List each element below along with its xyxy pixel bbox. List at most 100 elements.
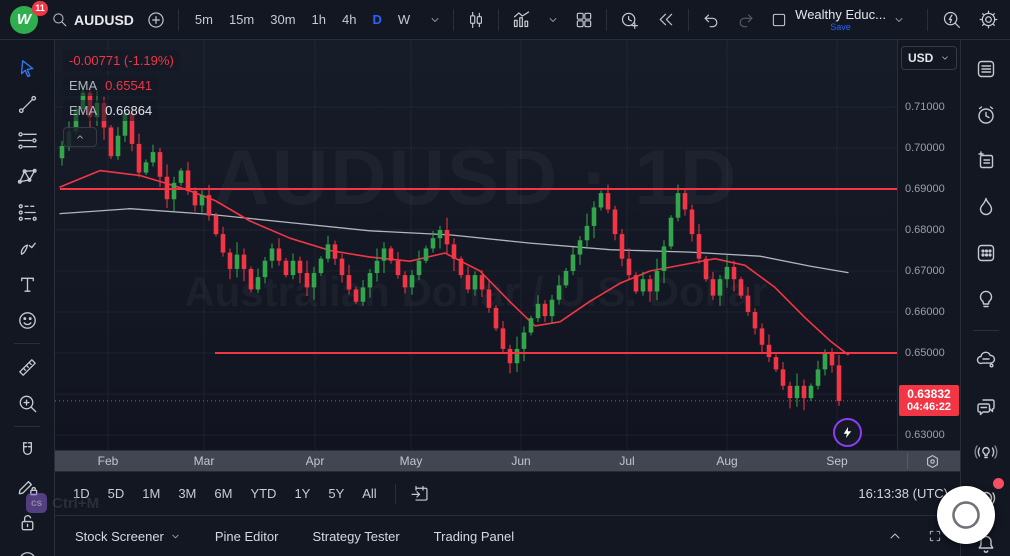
symbol-search-button[interactable]: AUDUSD (51, 11, 134, 28)
currency-dropdown[interactable]: USD (901, 46, 957, 70)
price-tick: 0.67000 (905, 265, 945, 277)
ema-slow-row[interactable]: EMA0.66864 (63, 100, 158, 121)
collapse-panel-button[interactable] (884, 525, 906, 547)
chevron-up-icon (74, 131, 86, 143)
saved-layout-button[interactable]: Wealthy Educ... Save (770, 8, 905, 32)
tab-trading-panel[interactable]: Trading Panel (434, 529, 514, 544)
watchlist-button[interactable] (968, 52, 1004, 86)
hide-drawings-button[interactable] (8, 540, 46, 556)
ruler-icon (16, 356, 39, 379)
timeframe-4h[interactable]: 4h (335, 8, 363, 31)
toolbar-separator (14, 343, 40, 344)
save-link[interactable]: Save (830, 23, 851, 32)
goto-date-button[interactable] (406, 480, 433, 507)
chat-bubbles-icon (974, 394, 998, 418)
currency-label: USD (908, 51, 933, 65)
bar-replay-button[interactable] (652, 6, 679, 33)
forecast-tool-button[interactable] (8, 194, 46, 230)
range-1y[interactable]: 1Y (286, 482, 318, 505)
quick-search-button[interactable] (938, 6, 965, 33)
measure-tool-button[interactable] (8, 349, 46, 385)
hex-gear-icon (923, 452, 942, 471)
chart-type-button[interactable] (463, 7, 489, 33)
lightning-search-icon (941, 9, 962, 30)
timeframe-w[interactable]: W (391, 8, 417, 31)
redo-button[interactable] (733, 7, 759, 33)
price-tick: 0.71000 (905, 101, 945, 113)
timeframe-1h[interactable]: 1h (305, 8, 333, 31)
text-tool-button[interactable] (8, 266, 46, 302)
alerts-button[interactable] (968, 98, 1004, 132)
create-alert-button[interactable] (616, 6, 643, 33)
legend-collapse-button[interactable] (63, 127, 97, 147)
trend-line-tool-button[interactable] (8, 86, 46, 122)
toolbar-separator (927, 9, 928, 31)
utc-clock[interactable]: 16:13:38 (UTC) (858, 486, 950, 501)
layout-grid-button[interactable] (571, 7, 597, 33)
timeframe-group: 5m15m30m1h4hDW (188, 8, 417, 31)
timeframe-15m[interactable]: 15m (222, 8, 261, 31)
timeframe-d[interactable]: D (365, 8, 388, 31)
timeframe-30m[interactable]: 30m (263, 8, 302, 31)
topbar-right-group (927, 6, 1002, 33)
emoji-tool-button[interactable] (8, 302, 46, 338)
timeframe-menu-button[interactable] (426, 11, 444, 29)
range-5d[interactable]: 5D (100, 482, 133, 505)
last-price-value: 0.63832 (899, 387, 959, 401)
range-6m[interactable]: 6M (206, 482, 240, 505)
notes-button[interactable] (968, 144, 1004, 178)
tab-label: Strategy Tester (312, 529, 399, 544)
toolbar-separator (606, 9, 607, 31)
undo-button[interactable] (698, 7, 724, 33)
range-all[interactable]: All (354, 482, 384, 505)
plus-circle-icon (146, 10, 166, 30)
ideas-button[interactable] (968, 282, 1004, 316)
range-1m[interactable]: 1M (134, 482, 168, 505)
time-axis[interactable]: FebMarAprMayJunJulAugSep (55, 450, 960, 472)
app-logo[interactable]: W 11 (8, 4, 42, 36)
chart-pane[interactable]: AUDUSD · 1D Australian Dollar / U.S. Dol… (55, 40, 897, 450)
zoom-in-tool-button[interactable] (8, 385, 46, 421)
minds-button[interactable] (968, 343, 1004, 377)
calendar-button[interactable] (968, 236, 1004, 270)
tab-strategy-tester[interactable]: Strategy Tester (312, 529, 399, 544)
tab-pine-editor[interactable]: Pine Editor (215, 529, 279, 544)
chevron-down-icon (547, 14, 559, 26)
streams-button[interactable] (968, 435, 1004, 469)
brush-tool-button[interactable] (8, 230, 46, 266)
timeframe-5m[interactable]: 5m (188, 8, 220, 31)
pattern-tool-button[interactable] (8, 158, 46, 194)
range-5y[interactable]: 5Y (320, 482, 352, 505)
bottom-panel-tabs: Stock Screener Pine Editor Strategy Test… (55, 515, 960, 556)
chat-button[interactable] (968, 389, 1004, 423)
chevron-up-icon (887, 528, 903, 544)
search-icon (51, 11, 68, 28)
compare-add-button[interactable] (143, 7, 169, 33)
extension-badge: cs (26, 493, 47, 513)
indicators-menu-button[interactable] (544, 11, 562, 29)
settings-button[interactable] (975, 6, 1002, 33)
grid-layout-icon (574, 10, 594, 30)
layout-square-icon (770, 11, 788, 29)
keyboard-shortcut-overlay: cs Ctrl+M (26, 493, 99, 513)
price-axis[interactable]: USD 0.630000.640000.650000.660000.670000… (897, 40, 960, 450)
undo-icon (701, 10, 721, 30)
watchlist-icon (974, 57, 998, 81)
time-axis-settings-button[interactable] (923, 452, 942, 476)
magnet-tool-button[interactable] (8, 432, 46, 468)
range-3m[interactable]: 3M (170, 482, 204, 505)
chatgpt-logo[interactable] (937, 486, 995, 544)
fib-tool-button[interactable] (8, 122, 46, 158)
trend-line-icon (16, 93, 39, 116)
redo-icon (736, 10, 756, 30)
tab-stock-screener[interactable]: Stock Screener (75, 529, 181, 544)
lightning-circle-icon[interactable] (833, 418, 862, 447)
range-ytd[interactable]: YTD (242, 482, 284, 505)
ema-fast-row[interactable]: EMA0.65541 (63, 75, 158, 96)
candlestick-chart[interactable] (55, 40, 897, 450)
cursor-tool-button[interactable] (8, 50, 46, 86)
tab-label: Trading Panel (434, 529, 514, 544)
unlock-icon (16, 511, 39, 534)
indicators-button[interactable] (508, 6, 535, 33)
hotlists-button[interactable] (968, 190, 1004, 224)
